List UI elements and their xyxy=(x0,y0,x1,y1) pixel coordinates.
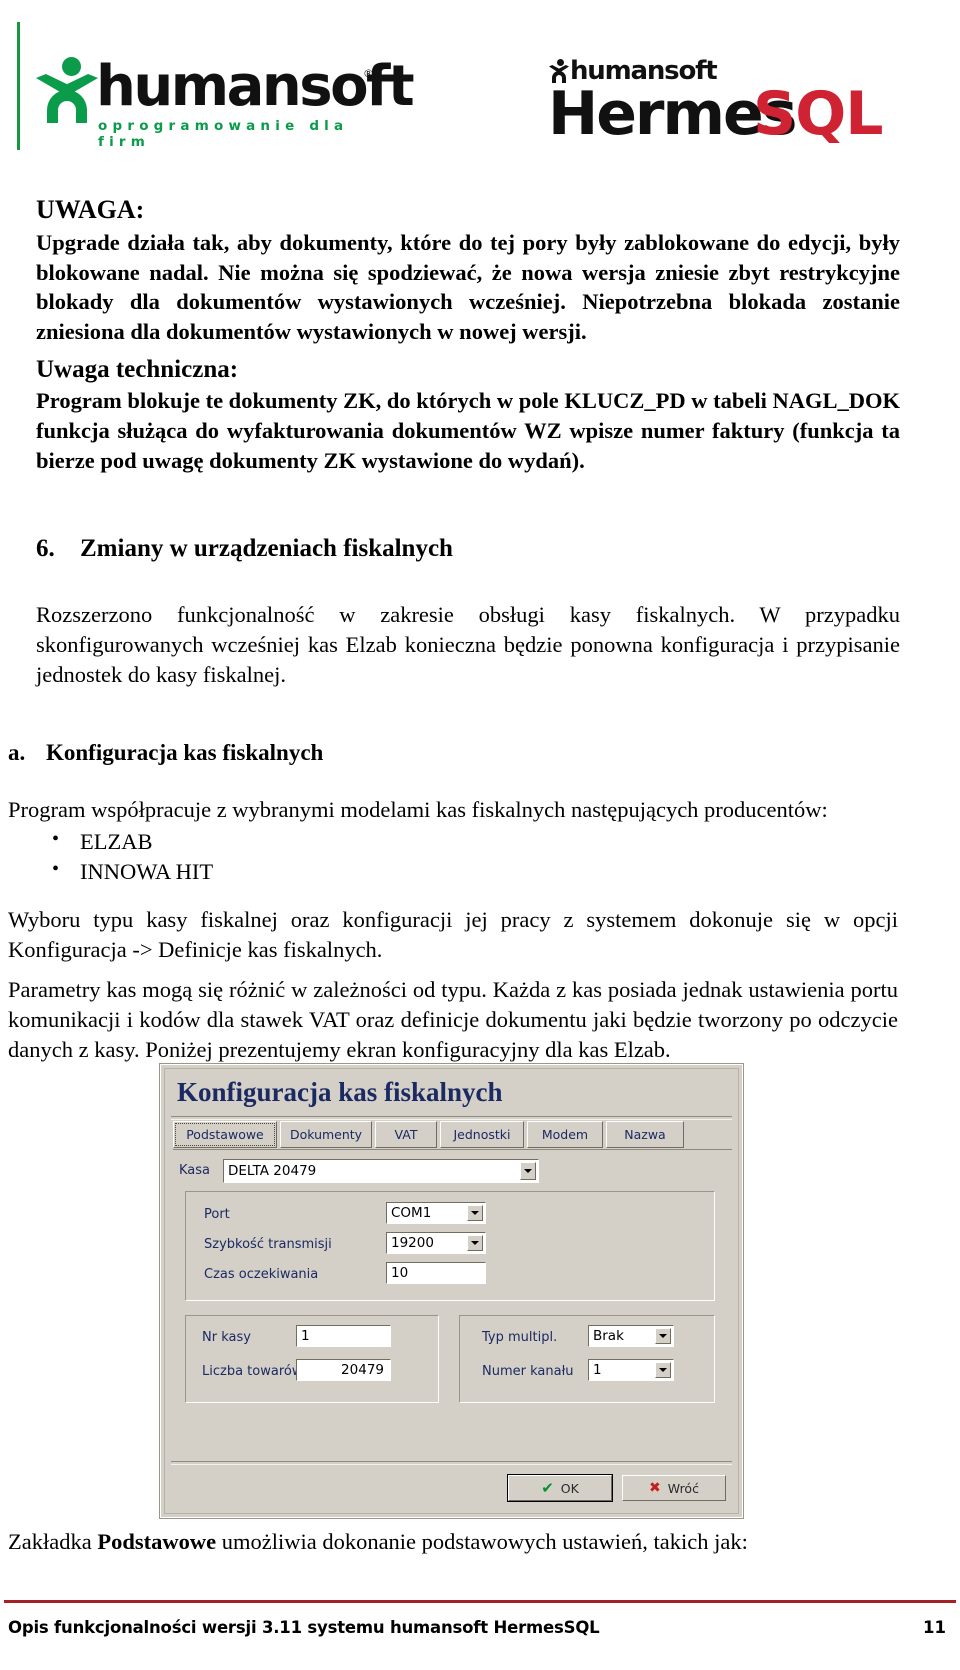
section-6-body: Rozszerzono funkcjonalność w zakresie ob… xyxy=(36,602,900,687)
czas-oczekiwania-value: 10 xyxy=(391,1265,409,1281)
person-legs-shape xyxy=(47,90,87,123)
czas-oczekiwania-label: Czas oczekiwania xyxy=(204,1267,319,1282)
x-icon: ✖ xyxy=(649,1480,661,1496)
chevron-down-icon[interactable] xyxy=(520,1162,536,1180)
liczba-towarow-value: 20479 xyxy=(341,1362,384,1378)
kasa-label: Kasa xyxy=(179,1163,211,1178)
mini-person-head-shape xyxy=(557,59,564,66)
port-value: COM1 xyxy=(391,1205,432,1221)
dialog-title: Konfiguracja kas fiskalnych xyxy=(177,1077,503,1107)
kasa-field-row: Kasa DELTA 20479 xyxy=(179,1159,719,1183)
typ-multipl-label: Typ multipl. xyxy=(482,1330,558,1345)
tail-paragraph-wrap: Zakładka Podstawowe umożliwia dokonanie … xyxy=(8,1527,898,1557)
liczba-towarow-label: Liczba towarów xyxy=(202,1364,303,1379)
tab-nazwa[interactable]: Nazwa xyxy=(606,1121,684,1148)
typ-multipl-combobox[interactable]: Brak xyxy=(588,1325,674,1347)
section-6-paragraph-wrap: Rozszerzono funkcjonalność w zakresie ob… xyxy=(36,600,900,690)
section-6-heading: 6. Zmiany w urządzeniach fiskalnych xyxy=(36,535,900,563)
humansoft-tagline: oprogramowanie dla firm xyxy=(98,118,349,150)
green-vertical-rule xyxy=(17,22,20,150)
chevron-down-icon[interactable] xyxy=(655,1362,671,1378)
footer-text: Opis funkcjonalności wersji 3.11 systemu… xyxy=(8,1618,600,1637)
uwaga-techniczna-label: Uwaga techniczna: xyxy=(36,356,239,383)
multiplexer-group: Typ multipl. Brak Numer kanału 1 xyxy=(459,1315,715,1403)
kasa-value: DELTA 20479 xyxy=(228,1163,317,1179)
tail-prefix: Zakładka xyxy=(8,1529,98,1554)
numer-kanalu-value: 1 xyxy=(593,1362,602,1378)
kasa-combobox[interactable]: DELTA 20479 xyxy=(223,1159,539,1183)
uwaga-block: UWAGA: Upgrade działa tak, aby dokumenty… xyxy=(36,193,900,347)
section-a-intro-wrap: Program współpracuje z wybranymi modelam… xyxy=(8,795,898,887)
uwaga-body: Upgrade działa tak, aby dokumenty, które… xyxy=(36,229,900,345)
sql-wordmark: SQL xyxy=(753,79,883,149)
szybkosc-transmisji-combobox[interactable]: 19200 xyxy=(386,1232,486,1254)
liczba-towarow-input[interactable]: 20479 xyxy=(296,1359,391,1381)
tab-bar-underline xyxy=(173,1149,732,1150)
tab-dokumenty[interactable]: Dokumenty xyxy=(280,1121,372,1148)
back-button-label: Wróć xyxy=(667,1480,699,1496)
chevron-down-icon[interactable] xyxy=(467,1235,483,1251)
back-button[interactable]: ✖ Wróć xyxy=(622,1475,726,1501)
section-a-para3-wrap: Parametry kas mogą się różnić w zależnoś… xyxy=(8,975,898,1065)
numer-kanalu-label: Numer kanału xyxy=(482,1364,574,1379)
tab-modem[interactable]: Modem xyxy=(527,1121,603,1148)
nr-kasy-label: Nr kasy xyxy=(202,1330,251,1345)
hermessql-logo: humansoft Hermes SQL xyxy=(548,58,883,150)
ok-button[interactable]: ✔ OK xyxy=(507,1474,613,1502)
szybkosc-transmisji-label: Szybkość transmisji xyxy=(204,1237,332,1252)
uwaga-label: UWAGA: xyxy=(36,195,145,224)
section-a-para3: Parametry kas mogą się różnić w zależnoś… xyxy=(8,977,898,1062)
tab-podstawowe[interactable]: Podstawowe xyxy=(173,1121,277,1148)
czas-oczekiwania-input[interactable]: 10 xyxy=(386,1262,486,1284)
humansoft-person-icon xyxy=(36,57,98,123)
person-head-shape xyxy=(62,57,81,76)
page-number: 11 xyxy=(923,1618,946,1637)
section-a-number: a. xyxy=(8,740,26,765)
footer-divider xyxy=(4,1600,956,1603)
check-icon: ✔ xyxy=(541,1478,554,1497)
nr-kasy-value: 1 xyxy=(301,1328,310,1344)
list-item: ELZAB xyxy=(52,826,898,857)
nr-kasy-input[interactable]: 1 xyxy=(296,1325,391,1347)
chevron-down-icon[interactable] xyxy=(467,1205,483,1221)
tab-vat[interactable]: VAT xyxy=(375,1121,437,1148)
list-item: INNOWA HIT xyxy=(52,856,898,887)
humansoft-logo: humansoft ® oprogramowanie dla firm xyxy=(36,55,415,155)
section-6-title: Zmiany w urządzeniach fiskalnych xyxy=(80,535,453,562)
uwaga-techniczna-block: Uwaga techniczna: Program blokuje te dok… xyxy=(36,353,900,476)
dialog-title-divider xyxy=(171,1116,732,1120)
port-combobox[interactable]: COM1 xyxy=(386,1202,486,1224)
numer-kanalu-combobox[interactable]: 1 xyxy=(588,1359,674,1381)
konfiguracja-kas-fiskalnych-dialog[interactable]: Konfiguracja kas fiskalnych Podstawowe D… xyxy=(160,1064,743,1518)
port-label: Port xyxy=(204,1207,230,1222)
tab-jednostki[interactable]: Jednostki xyxy=(440,1121,524,1148)
page-header: humansoft ® oprogramowanie dla firm huma… xyxy=(0,0,960,175)
typ-multipl-value: Brak xyxy=(593,1328,624,1344)
ok-button-label: OK xyxy=(560,1480,579,1496)
section-a-para2: Wyboru typu kasy fiskalnej oraz konfigur… xyxy=(8,907,898,962)
dialog-inner-frame: Konfiguracja kas fiskalnych Podstawowe D… xyxy=(164,1068,739,1514)
szybkosc-transmisji-value: 19200 xyxy=(391,1235,434,1251)
registered-trademark-icon: ® xyxy=(363,67,374,80)
tab-bar: Podstawowe Dokumenty VAT Jednostki Modem… xyxy=(173,1121,732,1150)
manufacturer-list: ELZAB INNOWA HIT xyxy=(8,826,898,887)
tail-paragraph: Zakładka Podstawowe umożliwia dokonanie … xyxy=(8,1527,898,1557)
dialog-button-divider xyxy=(171,1461,732,1465)
section-6-number: 6. xyxy=(36,535,55,562)
kasa-numbers-group: Nr kasy 1 Liczba towarów 20479 xyxy=(185,1315,439,1403)
uwaga-techniczna-body: Program blokuje te dokumenty ZK, do któr… xyxy=(36,388,900,474)
section-a-title: Konfiguracja kas fiskalnych xyxy=(46,740,324,765)
section-a-intro: Program współpracuje z wybranymi modelam… xyxy=(8,797,828,822)
section-a-heading: a. Konfiguracja kas fiskalnych xyxy=(8,740,898,766)
tail-suffix: umożliwia dokonanie podstawowych ustawie… xyxy=(216,1529,748,1554)
chevron-down-icon[interactable] xyxy=(655,1328,671,1344)
section-a-para2-wrap: Wyboru typu kasy fiskalnej oraz konfigur… xyxy=(8,905,898,965)
transmission-settings-group: Port COM1 Szybkość transmisji 19200 Czas… xyxy=(185,1191,715,1301)
tail-bold-term: Podstawowe xyxy=(97,1529,217,1554)
